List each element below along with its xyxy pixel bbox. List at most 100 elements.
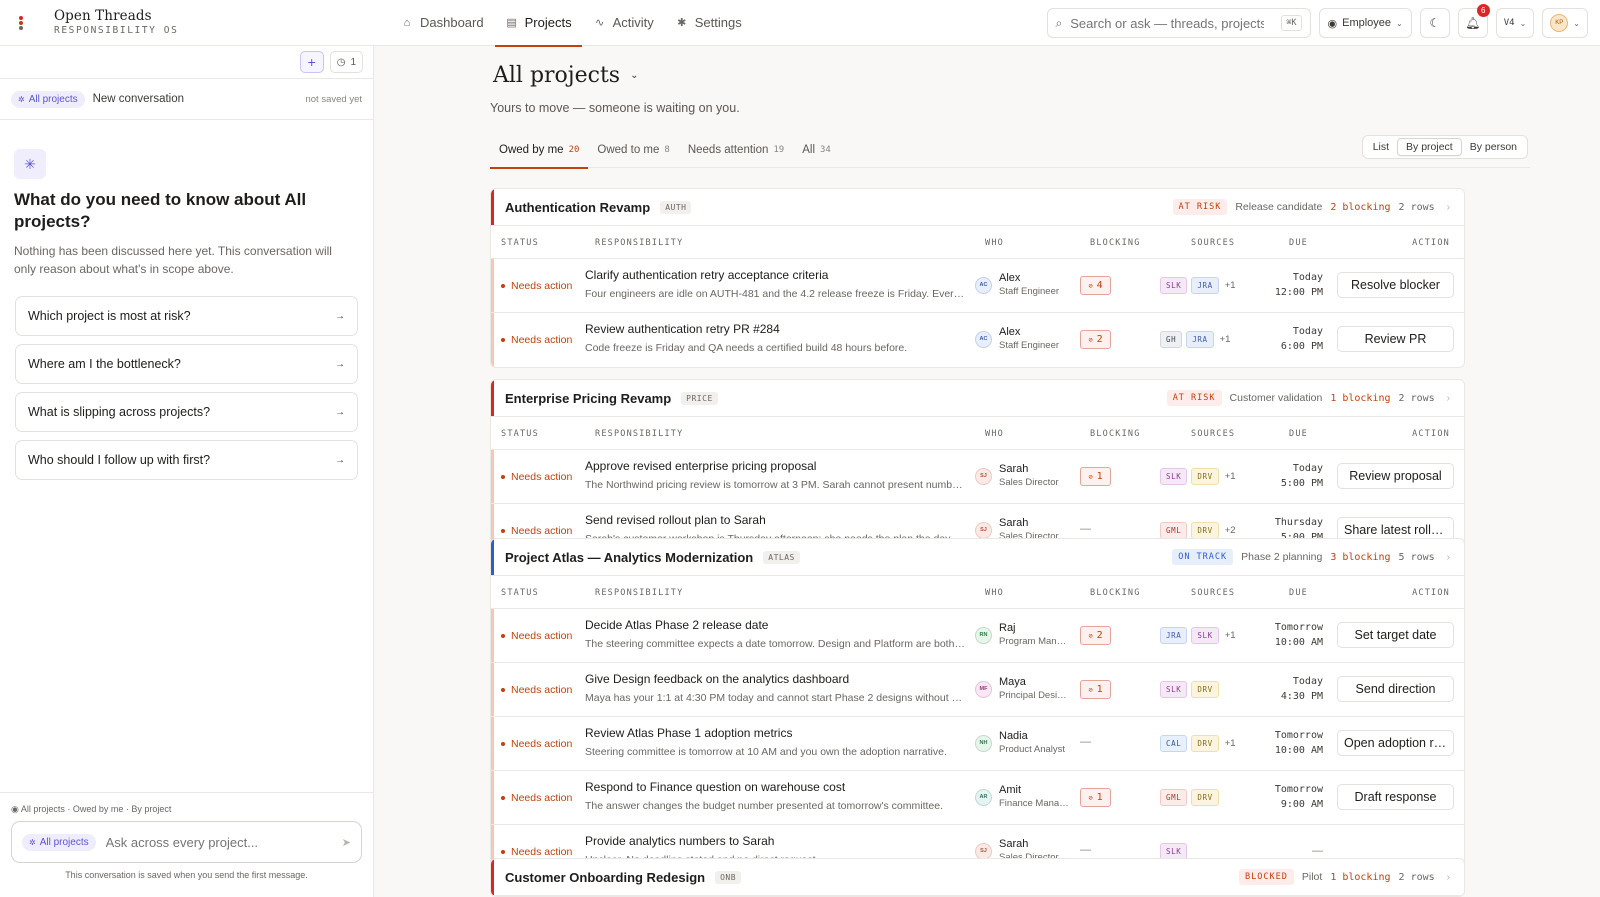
project-header[interactable]: Customer Onboarding Redesign ONB BLOCKED… bbox=[491, 859, 1464, 896]
suggestion-item[interactable]: What is slipping across projects? → bbox=[15, 392, 358, 432]
table-row[interactable]: Needs action Review Atlas Phase 1 adopti… bbox=[491, 717, 1464, 771]
row-title[interactable]: Respond to Finance question on warehouse… bbox=[585, 780, 965, 794]
history-button[interactable]: ◷ 1 bbox=[329, 51, 363, 73]
brand[interactable]: Open Threads RESPONSIBILITY OS bbox=[0, 9, 374, 36]
row-owner[interactable]: MF Maya Principal Designer bbox=[975, 676, 1069, 702]
chevron-right-icon[interactable]: › bbox=[1447, 552, 1450, 563]
source-badge[interactable]: JRA bbox=[1186, 331, 1214, 348]
source-badge[interactable]: GH bbox=[1160, 331, 1183, 348]
more-sources[interactable]: +1 bbox=[1220, 334, 1231, 345]
tab-owed-to-me[interactable]: Owed to me 8 bbox=[588, 132, 678, 168]
row-action-button[interactable]: Draft response bbox=[1337, 784, 1454, 810]
notifications-button[interactable]: 🔔︎ 6 bbox=[1457, 4, 1490, 38]
more-sources[interactable]: +1 bbox=[1225, 471, 1236, 482]
suggestion-item[interactable]: Which project is most at risk? → bbox=[15, 296, 358, 336]
tab-all[interactable]: All 34 bbox=[793, 132, 840, 168]
row-action-button[interactable]: Open adoption report bbox=[1337, 730, 1454, 756]
suggestion-item[interactable]: Who should I follow up with first? → bbox=[15, 440, 358, 480]
source-badge[interactable]: GML bbox=[1160, 522, 1188, 539]
source-badge[interactable]: SLK bbox=[1191, 627, 1219, 644]
search-input[interactable] bbox=[1070, 15, 1265, 31]
source-badge[interactable]: CAL bbox=[1160, 735, 1188, 752]
blocking-badge[interactable]: ⊘ 2 bbox=[1080, 330, 1111, 349]
row-owner[interactable]: NH Nadia Product Analyst bbox=[975, 730, 1069, 756]
row-title[interactable]: Give Design feedback on the analytics da… bbox=[585, 672, 965, 686]
user-menu[interactable]: KP ⌄ bbox=[1542, 8, 1588, 38]
chevron-right-icon[interactable]: › bbox=[1447, 202, 1450, 213]
suggestion-item[interactable]: Where am I the bottleneck? → bbox=[15, 344, 358, 384]
row-owner[interactable]: AC Alex Staff Engineer bbox=[975, 326, 1069, 352]
tab-needs-attention[interactable]: Needs attention 19 bbox=[679, 132, 793, 168]
more-sources[interactable]: +1 bbox=[1225, 280, 1236, 291]
row-owner[interactable]: AR Amit Finance Manager bbox=[975, 784, 1069, 810]
row-title[interactable]: Provide analytics numbers to Sarah bbox=[585, 834, 965, 848]
tab-owed-by-me[interactable]: Owed by me 20 bbox=[490, 132, 589, 169]
ask-box[interactable]: ✲All projects ➤ bbox=[11, 821, 362, 863]
row-owner[interactable]: AC Alex Staff Engineer bbox=[975, 272, 1069, 298]
source-badge[interactable]: SLK bbox=[1160, 681, 1188, 698]
row-action-button[interactable]: Set target date bbox=[1337, 622, 1454, 648]
row-title[interactable]: Approve revised enterprise pricing propo… bbox=[585, 459, 965, 473]
nav-tab-activity[interactable]: ∿ Activity bbox=[583, 0, 664, 46]
row-action-button[interactable]: Resolve blocker bbox=[1337, 272, 1454, 298]
more-sources[interactable]: +1 bbox=[1225, 630, 1236, 641]
nav-tab-settings[interactable]: ✱ Settings bbox=[665, 0, 752, 46]
blocking-badge[interactable]: ⊘ 1 bbox=[1080, 680, 1111, 699]
page-title[interactable]: All projects ⌄ bbox=[493, 63, 638, 88]
source-badge[interactable]: DRV bbox=[1191, 735, 1219, 752]
row-action-button[interactable]: Send direction bbox=[1337, 676, 1454, 702]
source-badge[interactable]: SLK bbox=[1160, 277, 1188, 294]
owner-role: Principal Designer bbox=[999, 690, 1069, 701]
blocking-badge[interactable]: ⊘ 1 bbox=[1080, 467, 1111, 486]
row-title[interactable]: Send revised rollout plan to Sarah bbox=[585, 513, 965, 527]
blocking-badge[interactable]: ⊘ 1 bbox=[1080, 788, 1111, 807]
table-row[interactable]: Needs action Give Design feedback on the… bbox=[491, 663, 1464, 717]
role-selector[interactable]: ◉ Employee ⌄ bbox=[1318, 8, 1412, 38]
ask-scope-chip[interactable]: ✲ All projects bbox=[22, 833, 96, 851]
source-badge[interactable]: DRV bbox=[1191, 468, 1219, 485]
nav-tab-projects[interactable]: ▤ Projects bbox=[494, 0, 582, 47]
more-sources[interactable]: +1 bbox=[1225, 738, 1236, 749]
source-badge[interactable]: DRV bbox=[1191, 789, 1219, 806]
project-header[interactable]: Authentication Revamp AUTH AT RISK Relea… bbox=[491, 189, 1464, 226]
new-conversation-button[interactable]: + bbox=[299, 51, 324, 73]
source-badge[interactable]: GML bbox=[1160, 789, 1188, 806]
project-header[interactable]: Project Atlas — Analytics Modernization … bbox=[491, 539, 1464, 576]
blocking-badge[interactable]: ⊘ 2 bbox=[1080, 626, 1111, 645]
ask-input[interactable] bbox=[105, 834, 316, 850]
table-row[interactable]: Needs action Clarify authentication retr… bbox=[491, 259, 1464, 313]
chevron-right-icon[interactable]: › bbox=[1447, 872, 1450, 883]
view-by-project[interactable]: By project bbox=[1397, 138, 1462, 156]
notification-count: 6 bbox=[1476, 4, 1490, 17]
more-sources[interactable]: +2 bbox=[1225, 525, 1236, 536]
table-row[interactable]: Needs action Decide Atlas Phase 2 releas… bbox=[491, 609, 1464, 663]
row-title[interactable]: Clarify authentication retry acceptance … bbox=[585, 268, 965, 282]
row-action-button[interactable]: Review proposal bbox=[1337, 463, 1454, 489]
row-owner[interactable]: RN Raj Program Manager bbox=[975, 622, 1069, 648]
table-row[interactable]: Needs action Approve revised enterprise … bbox=[491, 450, 1464, 504]
row-title[interactable]: Review Atlas Phase 1 adoption metrics bbox=[585, 726, 965, 740]
view-by-person[interactable]: By person bbox=[1462, 138, 1525, 156]
source-badge[interactable]: DRV bbox=[1191, 522, 1219, 539]
theme-toggle[interactable]: ☾ bbox=[1419, 8, 1450, 38]
version-selector[interactable]: V4 ⌄ bbox=[1495, 8, 1535, 38]
global-search[interactable]: ⌕ ⌘K bbox=[1046, 8, 1311, 38]
due-time: 6:00 PM bbox=[1280, 341, 1323, 352]
source-badge[interactable]: DRV bbox=[1191, 681, 1219, 698]
table-row[interactable]: Needs action Review authentication retry… bbox=[491, 313, 1464, 367]
row-title[interactable]: Review authentication retry PR #284 bbox=[585, 322, 965, 336]
row-owner[interactable]: SJ Sarah Sales Director bbox=[975, 463, 1069, 489]
blocking-badge[interactable]: ⊘ 4 bbox=[1080, 276, 1111, 295]
scope-chip[interactable]: ✲ All projects bbox=[11, 90, 85, 108]
source-badge[interactable]: JRA bbox=[1160, 627, 1188, 644]
project-header[interactable]: Enterprise Pricing Revamp PRICE AT RISK … bbox=[491, 380, 1464, 417]
source-badge[interactable]: JRA bbox=[1191, 277, 1219, 294]
source-badge[interactable]: SLK bbox=[1160, 468, 1188, 485]
send-icon[interactable]: ➤ bbox=[342, 836, 351, 849]
view-list[interactable]: List bbox=[1365, 138, 1397, 156]
row-action-button[interactable]: Review PR bbox=[1337, 326, 1454, 352]
chevron-right-icon[interactable]: › bbox=[1447, 393, 1450, 404]
table-row[interactable]: Needs action Respond to Finance question… bbox=[491, 771, 1464, 825]
nav-tab-dashboard[interactable]: ⌂ Dashboard bbox=[390, 0, 494, 46]
row-title[interactable]: Decide Atlas Phase 2 release date bbox=[585, 618, 965, 632]
